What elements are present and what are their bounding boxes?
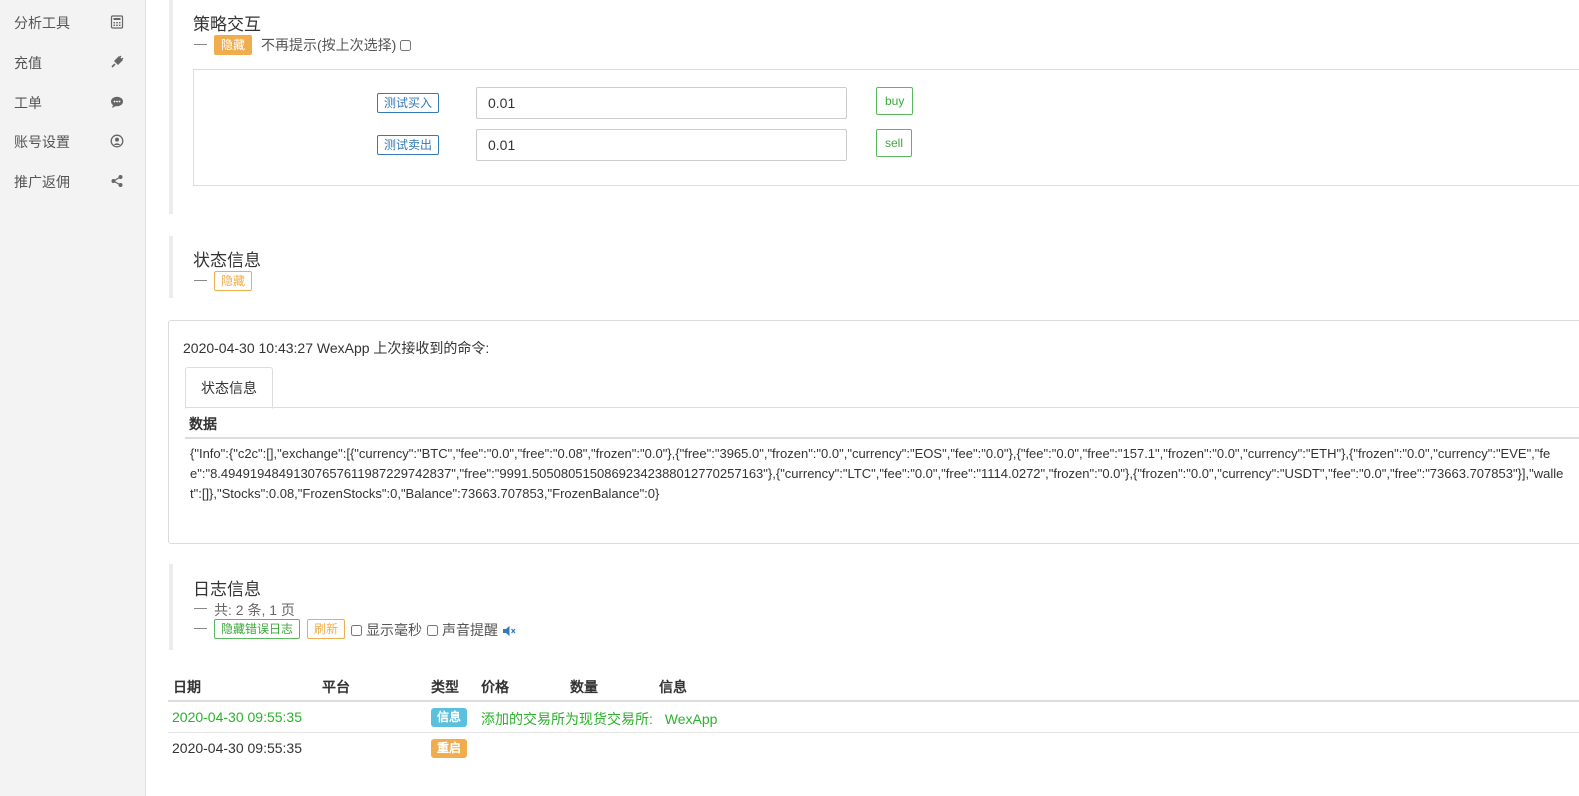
- status-box: 2020-04-30 10:43:27 WexApp 上次接收到的命令: 状态信…: [168, 320, 1579, 544]
- row-divider: [168, 732, 1579, 733]
- sidebar-item-label: 分析工具: [14, 15, 70, 31]
- sound-checkbox[interactable]: [427, 624, 438, 636]
- show-ms-checkbox[interactable]: [351, 624, 362, 636]
- status-hide-button[interactable]: 隐藏: [214, 271, 253, 291]
- column-header-date: 日期: [173, 679, 201, 695]
- dash: —: [194, 36, 207, 51]
- table-divider: [185, 437, 1579, 439]
- refresh-button[interactable]: 刷新: [307, 619, 346, 639]
- log-title: 日志信息: [193, 580, 261, 599]
- log-date: 2020-04-30 09:55:35: [172, 709, 302, 725]
- tab-status-info[interactable]: 状态信息: [185, 367, 273, 409]
- no-prompt-label: 不再提示(按上次选择): [261, 37, 397, 53]
- dash: —: [194, 600, 207, 615]
- show-ms-label: 显示毫秒: [366, 622, 422, 638]
- section-bar: [169, 0, 173, 214]
- chat-icon: [110, 95, 126, 111]
- section-bar: [169, 236, 173, 298]
- column-header-platform: 平台: [322, 679, 350, 695]
- column-header-amount: 数量: [570, 679, 598, 695]
- show-ms-checkbox-label[interactable]: 显示毫秒: [351, 620, 422, 640]
- log-summary: 共: 2 条, 1 页: [214, 602, 295, 618]
- sidebar-item-label: 账号设置: [14, 134, 70, 150]
- data-column-header: 数据: [189, 416, 217, 432]
- no-prompt-checkbox[interactable]: [400, 39, 412, 51]
- sidebar-item-referral[interactable]: 推广返佣: [0, 162, 145, 202]
- share-icon: [110, 174, 126, 190]
- sell-button[interactable]: sell: [876, 129, 913, 157]
- sidebar-item-label: 推广返佣: [14, 174, 70, 190]
- buy-button[interactable]: buy: [876, 87, 914, 115]
- type-badge: 重启: [431, 739, 468, 758]
- log-info: 添加的交易所为现货交易所: WexApp: [481, 709, 717, 729]
- type-badge: 信息: [431, 708, 468, 727]
- plug-icon: [110, 55, 126, 71]
- column-header-type: 类型: [431, 679, 459, 695]
- hide-error-logs-button[interactable]: 隐藏错误日志: [214, 619, 301, 639]
- strategy-title: 策略交互: [193, 15, 261, 34]
- section-bar: [169, 564, 173, 650]
- hide-button[interactable]: 隐藏: [214, 35, 253, 55]
- test-buy-label: 测试买入: [377, 93, 440, 113]
- main-content: 策略交互 — 隐藏 不再提示(按上次选择) 测试买入 buy 测试卖出 sell…: [146, 0, 1579, 796]
- calculator-icon: [110, 15, 126, 31]
- sound-label: 声音提醒: [442, 622, 498, 638]
- sidebar-item-account-settings[interactable]: 账号设置: [0, 122, 145, 162]
- strategy-box: 测试买入 buy 测试卖出 sell: [193, 69, 1579, 186]
- dash: —: [194, 620, 207, 635]
- status-json-data: {"Info":{"c2c":[],"exchange":[{"currency…: [190, 446, 1564, 501]
- speaker-muted-icon[interactable]: [502, 624, 516, 636]
- test-sell-input[interactable]: [476, 129, 847, 161]
- sidebar-item-label: 充值: [14, 55, 42, 71]
- sidebar-item-analysis-tools[interactable]: 分析工具: [0, 3, 145, 43]
- status-title: 状态信息: [193, 251, 261, 270]
- no-prompt-checkbox-label[interactable]: 不再提示(按上次选择): [261, 35, 412, 55]
- last-command-text: 2020-04-30 10:43:27 WexApp 上次接收到的命令:: [183, 340, 490, 356]
- log-date: 2020-04-30 09:55:35: [172, 740, 302, 756]
- column-header-price: 价格: [481, 679, 509, 695]
- tab-divider: [185, 407, 1579, 408]
- test-buy-input[interactable]: [476, 87, 847, 119]
- sidebar-item-tickets[interactable]: 工单: [0, 83, 145, 123]
- sidebar-item-recharge[interactable]: 充值: [0, 43, 145, 83]
- sidebar-item-label: 工单: [14, 95, 42, 111]
- test-sell-label: 测试卖出: [377, 135, 440, 155]
- sidebar: 分析工具 充值 工单 账号设置 推广返佣: [0, 0, 146, 796]
- user-circle-icon: [110, 134, 126, 150]
- table-divider: [168, 700, 1579, 702]
- dash: —: [194, 272, 207, 287]
- column-header-info: 信息: [659, 679, 687, 695]
- log-info-text: 添加的交易所为现货交易所:: [481, 711, 653, 727]
- sound-checkbox-label[interactable]: 声音提醒: [427, 620, 516, 640]
- log-info-exchange: WexApp: [664, 711, 718, 727]
